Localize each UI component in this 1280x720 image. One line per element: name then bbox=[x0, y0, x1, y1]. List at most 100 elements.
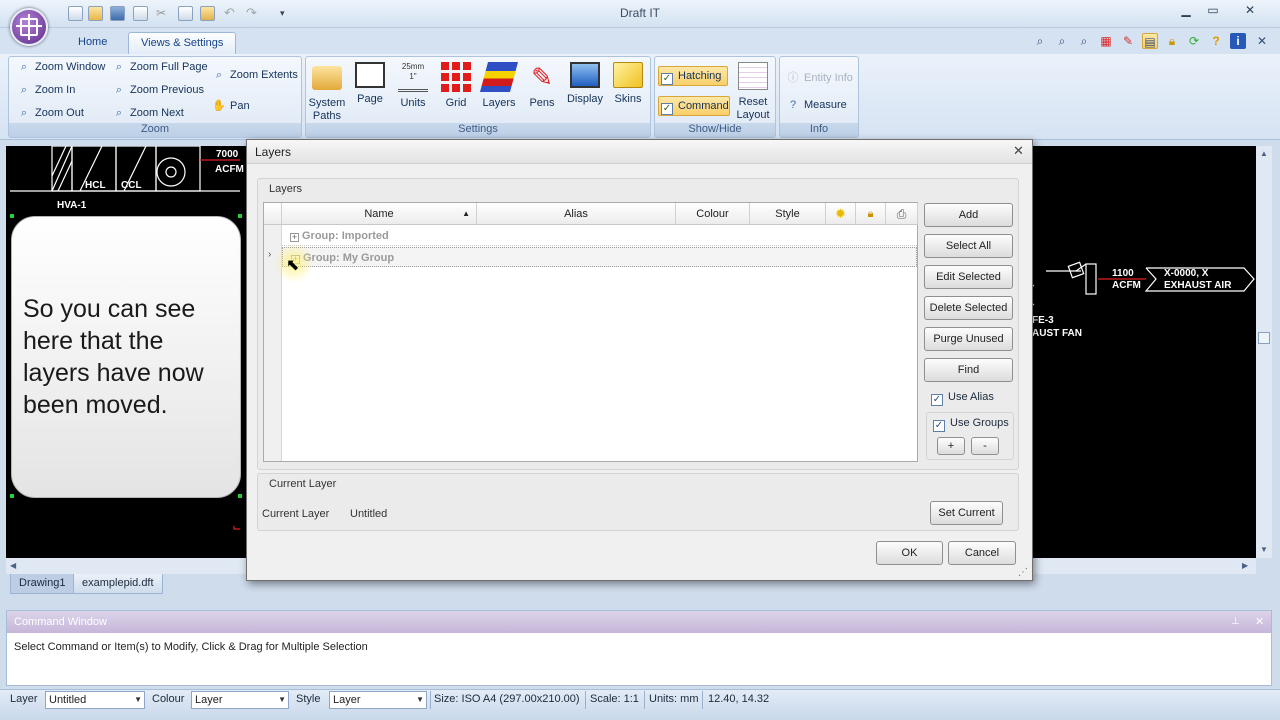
tab-views-settings[interactable]: Views & Settings bbox=[128, 32, 237, 54]
pan-button[interactable]: ✋ Pan bbox=[211, 99, 249, 112]
doc-tab-examplepid[interactable]: examplepid.dft bbox=[73, 574, 163, 594]
cancel-button[interactable]: Cancel bbox=[948, 541, 1016, 565]
status-separator bbox=[702, 691, 703, 709]
zoom-full-page-button[interactable]: ⌕ Zoom Full Page bbox=[111, 61, 208, 74]
app-menu-button[interactable] bbox=[10, 8, 48, 46]
maximize-icon[interactable]: ▭ bbox=[1201, 2, 1225, 18]
cut-icon[interactable]: ✂ bbox=[156, 6, 171, 21]
new-file-icon[interactable] bbox=[68, 6, 83, 21]
group-row-imported[interactable]: + Group: Imported bbox=[282, 226, 917, 246]
pin-ribbon-icon[interactable]: ✕ bbox=[1254, 33, 1270, 49]
info-icon[interactable]: i bbox=[1230, 33, 1246, 49]
paste-icon[interactable] bbox=[200, 6, 215, 21]
customize-qat-icon[interactable]: ▾ bbox=[280, 6, 295, 21]
pin-icon[interactable]: ⊥ bbox=[1231, 611, 1240, 633]
grid-button[interactable]: Grid bbox=[434, 62, 478, 110]
vertical-scrollbar[interactable]: ▲ ▼ bbox=[1256, 146, 1272, 558]
expand-groups-button[interactable]: + bbox=[937, 437, 965, 455]
print-icon[interactable] bbox=[133, 6, 148, 21]
zoom-out-button[interactable]: ⌕ Zoom Out bbox=[16, 107, 84, 120]
colour-select[interactable]: Layer ▼ bbox=[191, 691, 289, 709]
redo-icon[interactable]: ↷ bbox=[246, 6, 261, 21]
zoom-window-icon: ⌕ bbox=[20, 61, 28, 73]
use-groups-checkbox[interactable]: ✓ bbox=[933, 420, 945, 432]
ok-button[interactable]: OK bbox=[876, 541, 943, 565]
delete-selected-button[interactable]: Delete Selected bbox=[924, 296, 1013, 320]
add-button[interactable]: Add bbox=[924, 203, 1013, 227]
scroll-up-icon[interactable]: ▲ bbox=[1260, 149, 1268, 158]
dialog-title-bar[interactable]: Layers ✕ bbox=[247, 140, 1032, 164]
expand-icon[interactable]: + bbox=[290, 233, 299, 242]
vertical-scroll-thumb[interactable] bbox=[1258, 332, 1270, 344]
group-row-my-group[interactable]: +Group: My Group bbox=[282, 247, 917, 267]
command-prompt[interactable]: Select Command or Item(s) to Modify, Cli… bbox=[14, 641, 368, 653]
resize-grip-icon[interactable]: ⋰ bbox=[1018, 567, 1028, 578]
refresh-icon[interactable]: ⟳ bbox=[1186, 33, 1202, 49]
select-all-button[interactable]: Select All bbox=[924, 234, 1013, 258]
skins-button[interactable]: Skins bbox=[606, 62, 650, 106]
column-header-colour[interactable]: Colour bbox=[676, 203, 750, 225]
tab-home[interactable]: Home bbox=[66, 32, 119, 54]
command-close-icon[interactable]: ✕ bbox=[1255, 611, 1264, 633]
column-header-style[interactable]: Style bbox=[750, 203, 826, 225]
layers-button[interactable]: Layers bbox=[477, 62, 521, 110]
style-label: Style bbox=[296, 693, 321, 705]
lock-icon[interactable]: 🔒︎ bbox=[1164, 33, 1180, 49]
use-alias-option[interactable]: ✓ Use Alias bbox=[931, 391, 994, 406]
cad-label-unit: ACFM bbox=[215, 164, 244, 175]
print-column-icon[interactable]: ⎙ bbox=[886, 203, 918, 225]
help-icon[interactable]: ? bbox=[1208, 33, 1224, 49]
scroll-left-icon[interactable]: ◀ bbox=[10, 561, 16, 570]
edit-selected-button[interactable]: Edit Selected bbox=[924, 265, 1013, 289]
purge-unused-button[interactable]: Purge Unused bbox=[924, 327, 1013, 351]
command-window-title: Command Window bbox=[14, 616, 107, 628]
zoom-window-button[interactable]: ⌕ Zoom Window bbox=[16, 61, 105, 74]
zoom-window-icon[interactable]: ⌕ bbox=[1032, 33, 1048, 49]
collapse-groups-button[interactable]: - bbox=[971, 437, 999, 455]
style-select[interactable]: Layer ▼ bbox=[329, 691, 427, 709]
close-window-icon[interactable]: ✕ bbox=[1238, 2, 1262, 18]
sort-ascending-icon: ▲ bbox=[462, 209, 470, 218]
zoom-previous-button[interactable]: ⌕ Zoom Previous bbox=[111, 84, 204, 97]
doc-tab-drawing1[interactable]: Drawing1 bbox=[10, 574, 75, 594]
use-alias-checkbox[interactable]: ✓ bbox=[931, 394, 943, 406]
save-icon[interactable] bbox=[110, 6, 125, 21]
open-folder-icon[interactable] bbox=[88, 6, 103, 21]
dialog-close-icon[interactable]: ✕ bbox=[1013, 143, 1024, 159]
set-current-button[interactable]: Set Current bbox=[930, 501, 1003, 525]
page-button[interactable]: Page bbox=[348, 62, 392, 106]
skins-icon bbox=[613, 62, 643, 88]
hatching-toggle[interactable]: ✓ Hatching bbox=[658, 66, 728, 86]
pens-button[interactable]: ✎ Pens bbox=[520, 62, 564, 110]
layers-icon[interactable]: ▤ bbox=[1142, 33, 1158, 49]
zoom-extents-button[interactable]: ⌕ Zoom Extents bbox=[211, 69, 298, 82]
scroll-right-icon[interactable]: ▶ bbox=[1242, 561, 1248, 570]
use-groups-option[interactable]: ✓ Use Groups bbox=[933, 417, 1009, 432]
measure-button[interactable]: ? Measure bbox=[785, 99, 847, 111]
scroll-down-icon[interactable]: ▼ bbox=[1260, 545, 1268, 554]
command-toggle[interactable]: ✓ Command bbox=[658, 96, 730, 116]
find-button[interactable]: Find bbox=[924, 358, 1013, 382]
minimize-icon[interactable]: ▁ bbox=[1174, 2, 1198, 18]
zoom-in-button[interactable]: ⌕ Zoom In bbox=[16, 84, 75, 97]
pens-icon[interactable]: ✎ bbox=[1120, 33, 1136, 49]
column-header-alias[interactable]: Alias bbox=[477, 203, 676, 225]
copy-icon[interactable] bbox=[178, 6, 193, 21]
zoom-next-button[interactable]: ⌕ Zoom Next bbox=[111, 107, 184, 120]
visible-column-bulb-icon[interactable]: ✹ bbox=[826, 203, 856, 225]
lock-column-icon[interactable]: 🔒︎ bbox=[856, 203, 886, 225]
reset-layout-button[interactable]: Reset Layout bbox=[731, 62, 775, 122]
units-button[interactable]: 25mm 1" Units bbox=[391, 62, 435, 110]
entity-info-button[interactable]: ⓘ Entity Info bbox=[785, 69, 853, 85]
column-header-name[interactable]: Name ▲ bbox=[282, 203, 477, 225]
cad-label-ccl: CCL bbox=[121, 180, 142, 191]
undo-icon[interactable]: ↶ bbox=[224, 6, 239, 21]
display-button[interactable]: Display bbox=[563, 62, 607, 106]
system-paths-button[interactable]: System Paths bbox=[305, 62, 349, 123]
layers-grid[interactable]: Name ▲ Alias Colour Style ✹ 🔒︎ ⎙ + Group: … bbox=[263, 202, 918, 462]
current-layer-caption: Current Layer bbox=[269, 478, 337, 490]
layer-select[interactable]: Untitled ▼ bbox=[45, 691, 145, 709]
zoom-out-icon[interactable]: ⌕ bbox=[1076, 33, 1092, 49]
zoom-in-icon[interactable]: ⌕ bbox=[1054, 33, 1070, 49]
grid-icon[interactable]: ▦ bbox=[1098, 33, 1114, 49]
